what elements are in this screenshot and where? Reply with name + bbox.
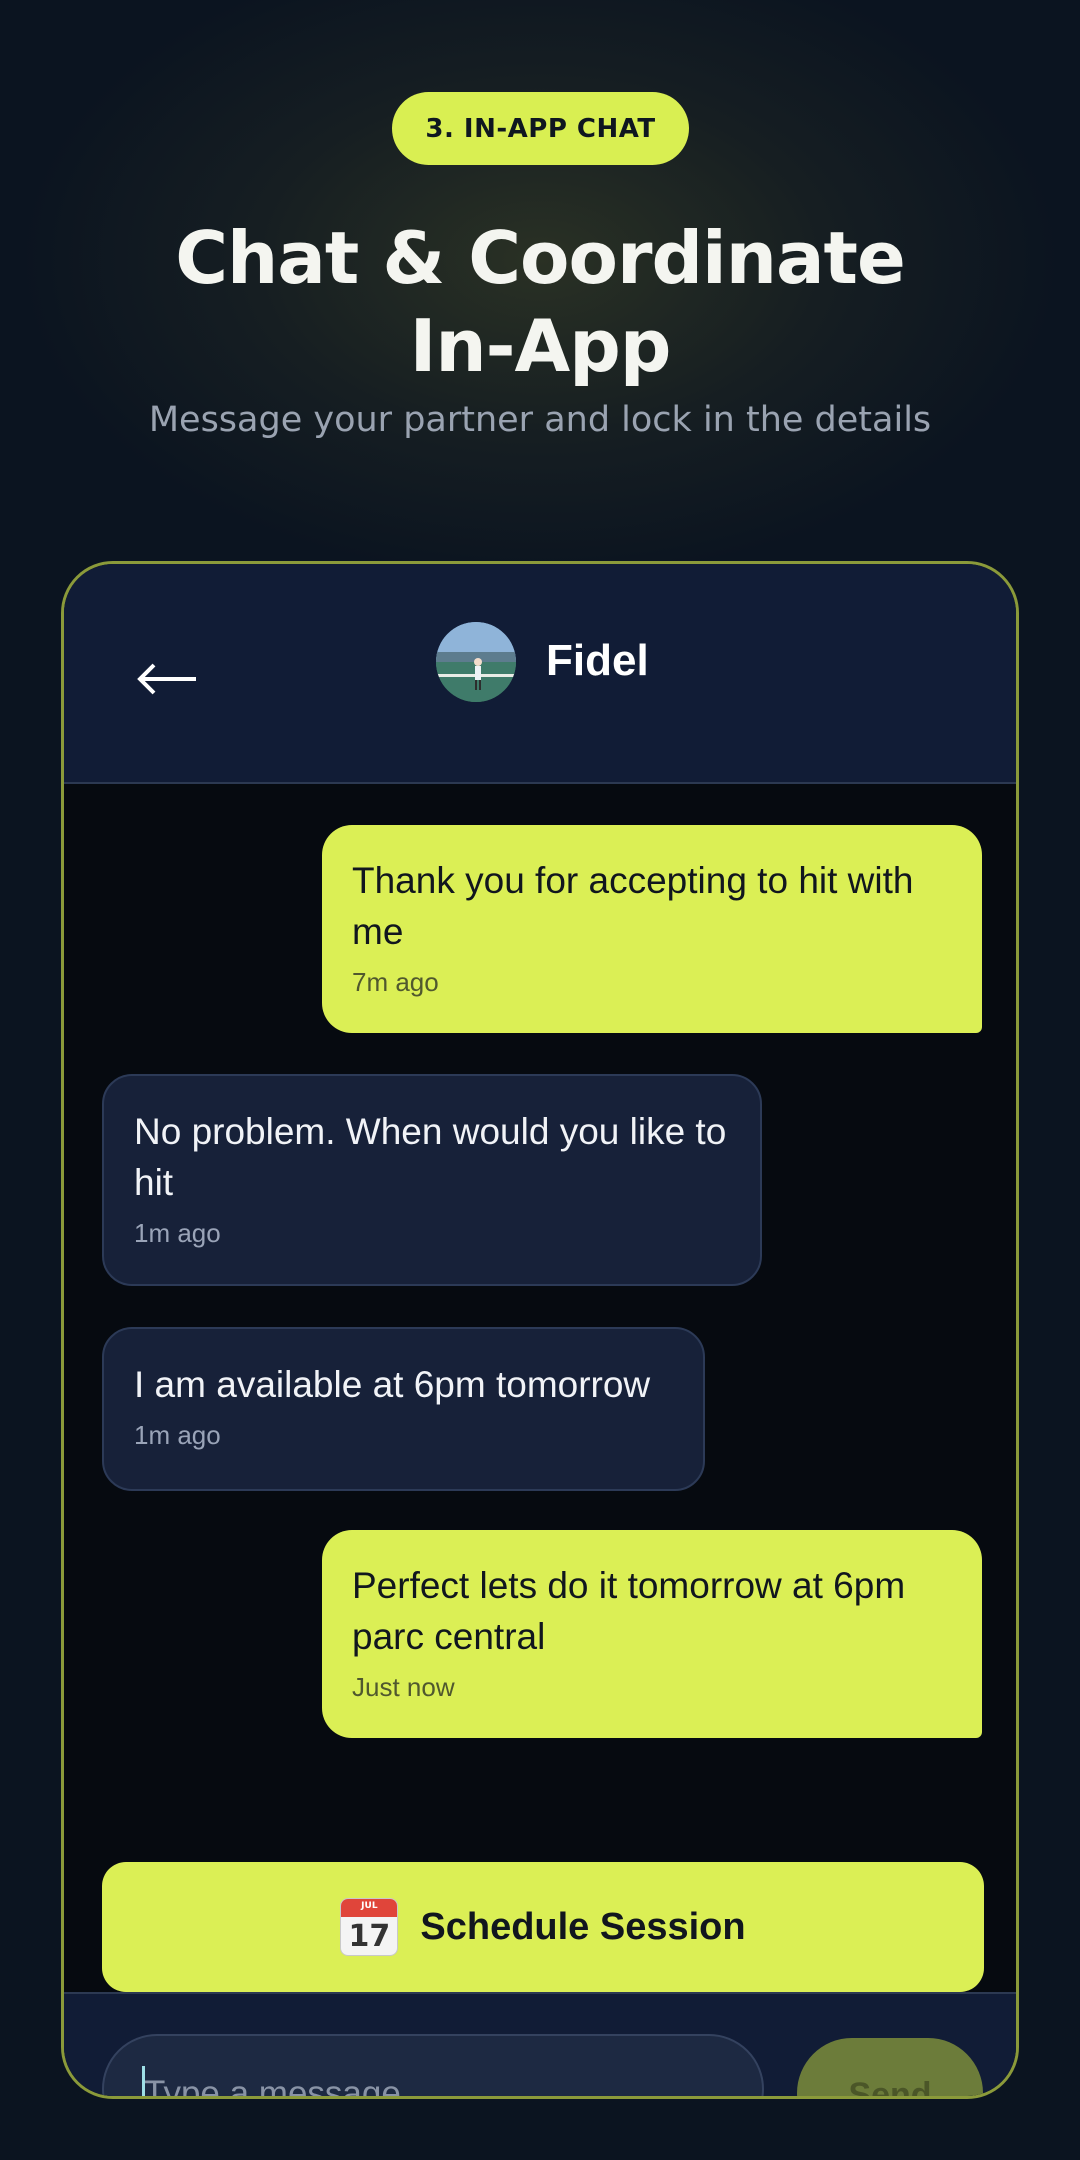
page-title: Chat & Coordinate In-App (0, 214, 1080, 390)
message-time: Just now (352, 1672, 455, 1702)
avatar[interactable] (436, 622, 516, 702)
calendar-icon: JUL 17 (340, 1898, 399, 1956)
step-badge: 3. IN-APP CHAT (392, 92, 689, 165)
message-input[interactable]: Type a message (102, 2034, 764, 2099)
schedule-session-label: Schedule Session (420, 1905, 746, 1948)
text-caret (142, 2066, 145, 2096)
message-bubble-incoming[interactable]: I am available at 6pm tomorrow 1m ago (102, 1327, 705, 1491)
message-bubble-outgoing[interactable]: Thank you for accepting to hit with me 7… (322, 825, 982, 1033)
message-text: I am available at 6pm tomorrow (134, 1364, 651, 1405)
message-time: 1m ago (134, 1420, 221, 1450)
page-title-line-2: In-App (409, 304, 672, 388)
calendar-icon-day: 17 (348, 1919, 391, 1954)
calendar-icon-month: JUL (361, 1901, 378, 1911)
composer-bar: Type a message Send (64, 1992, 1016, 2099)
message-text: Thank you for accepting to hit with me (352, 860, 914, 952)
message-bubble-incoming[interactable]: No problem. When would you like to hit 1… (102, 1074, 762, 1286)
chat-header: Fidel (64, 564, 1016, 784)
schedule-session-button[interactable]: JUL 17 Schedule Session (102, 1862, 984, 1992)
page-subtitle: Message your partner and lock in the det… (148, 400, 932, 440)
message-text: No problem. When would you like to hit (134, 1111, 727, 1203)
send-button[interactable]: Send (797, 2038, 983, 2096)
phone-frame: Fidel Thank you for accepting to hit wit… (61, 561, 1019, 2099)
message-time: 7m ago (352, 967, 439, 997)
message-text: Perfect lets do it tomorrow at 6pm parc … (352, 1565, 906, 1657)
contact-name: Fidel (546, 636, 649, 685)
message-input-placeholder: Type a message (144, 2074, 401, 2099)
message-bubble-outgoing[interactable]: Perfect lets do it tomorrow at 6pm parc … (322, 1530, 982, 1738)
back-arrow-icon[interactable] (136, 659, 198, 699)
page-title-line-1: Chat & Coordinate (175, 216, 906, 300)
message-time: 1m ago (134, 1218, 221, 1248)
